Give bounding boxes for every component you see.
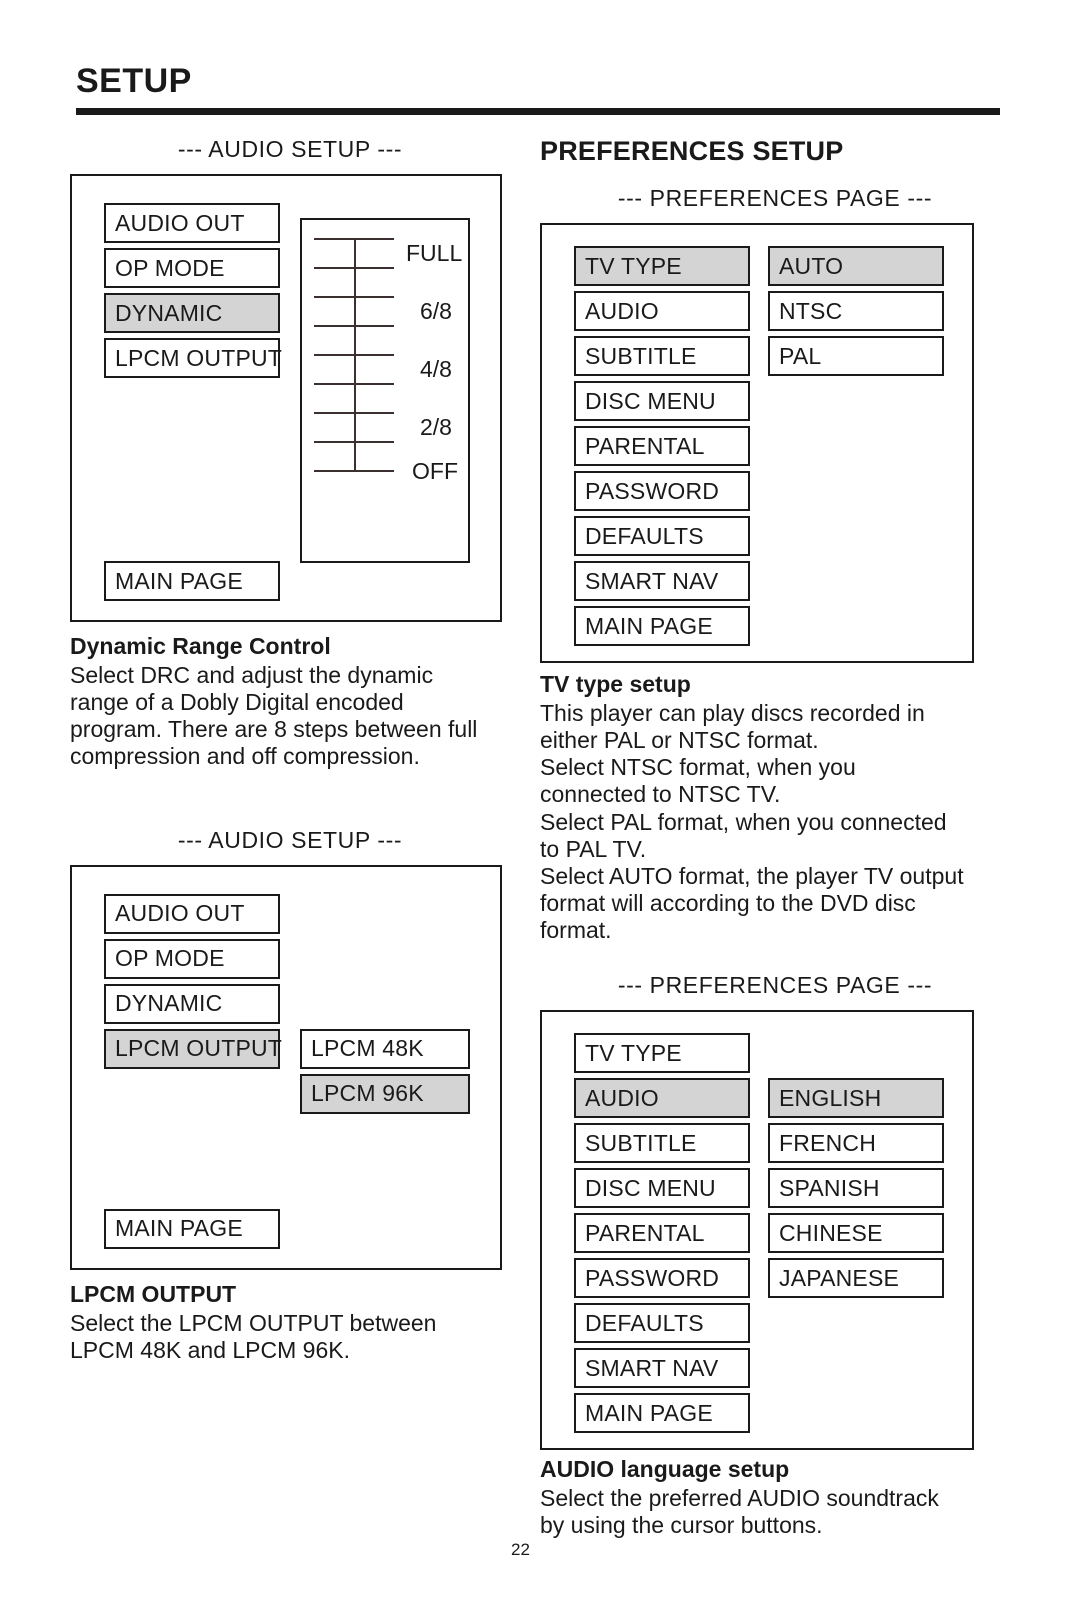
osd-item-smart-nav[interactable]: SMART NAV — [574, 1348, 750, 1389]
osd-item-audio[interactable]: AUDIO — [574, 1078, 750, 1119]
lpcm-heading: LPCM OUTPUT — [70, 1280, 237, 1307]
drc-line: compression and off compression. — [70, 743, 420, 770]
left-column: --- AUDIO SETUP --- AUDIO OUT OP MODE DY… — [70, 136, 510, 1364]
osd-item-dynamic[interactable]: DYNAMIC — [104, 293, 280, 333]
drc-label-4-8: 4/8 — [420, 356, 452, 382]
audio-language-line: by using the cursor buttons. — [540, 1512, 823, 1539]
drc-tick — [314, 296, 394, 298]
osd-item-tv-type[interactable]: TV TYPE — [574, 246, 750, 286]
osd-item-subtitle[interactable]: SUBTITLE — [574, 336, 750, 376]
osd-item-disc-menu[interactable]: DISC MENU — [574, 381, 750, 421]
osd-item-main-page[interactable]: MAIN PAGE — [574, 1393, 750, 1434]
osd-item-main-page[interactable]: MAIN PAGE — [104, 1208, 280, 1249]
osd-item-subtitle[interactable]: SUBTITLE — [574, 1123, 750, 1164]
audio-language-description: AUDIO language setup Select the preferre… — [540, 1456, 1010, 1539]
right-column: PREFERENCES SETUP --- PREFERENCES PAGE -… — [540, 136, 1010, 1539]
tv-type-line: connected to NTSC TV. — [540, 781, 781, 808]
osd-item-parental[interactable]: PARENTAL — [574, 426, 750, 466]
drc-label-off: OFF — [412, 458, 458, 484]
lpcm-description: LPCM OUTPUT Select the LPCM OUTPUT betwe… — [70, 1281, 510, 1364]
drc-tick — [314, 354, 394, 356]
drc-label-6-8: 6/8 — [420, 298, 452, 324]
drc-tick — [314, 441, 394, 443]
osd-item-op-mode[interactable]: OP MODE — [104, 938, 280, 979]
osd-item-audio-out[interactable]: AUDIO OUT — [104, 893, 280, 934]
drc-scale-panel[interactable]: FULL 6/8 4/8 2/8 OFF — [300, 218, 470, 563]
page-number: 22 — [511, 1540, 530, 1559]
osd-item-lpcm-output[interactable]: LPCM OUTPUT — [104, 338, 282, 378]
audio-language-line: Select the preferred AUDIO soundtrack — [540, 1485, 939, 1512]
osd-item-tv-type[interactable]: TV TYPE — [574, 1033, 750, 1074]
drc-label-full: FULL — [406, 240, 463, 266]
osd-item-lpcm-output[interactable]: LPCM OUTPUT — [104, 1028, 282, 1069]
osd-item-defaults[interactable]: DEFAULTS — [574, 516, 750, 556]
osd-item-disc-menu[interactable]: DISC MENU — [574, 1168, 750, 1209]
osd-item-smart-nav[interactable]: SMART NAV — [574, 561, 750, 601]
osd-option-lpcm-96k[interactable]: LPCM 96K — [300, 1073, 470, 1114]
drc-heading: Dynamic Range Control — [70, 633, 331, 659]
osd-option-chinese[interactable]: CHINESE — [768, 1213, 944, 1254]
tv-type-line: format will according to the DVD disc — [540, 889, 916, 916]
osd-option-japanese[interactable]: JAPANESE — [768, 1258, 944, 1299]
drc-tick — [314, 267, 394, 269]
tv-type-line: Select NTSC format, when you — [540, 754, 856, 781]
osd-option-english[interactable]: ENGLISH — [768, 1078, 944, 1119]
drc-tick — [314, 325, 394, 327]
audio-language-heading: AUDIO language setup — [540, 1456, 790, 1483]
osd-item-audio[interactable]: AUDIO — [574, 291, 750, 331]
osd-option-spanish[interactable]: SPANISH — [768, 1168, 944, 1209]
osd-option-french[interactable]: FRENCH — [768, 1123, 944, 1164]
osd-item-main-page[interactable]: MAIN PAGE — [574, 606, 750, 646]
osd-audio-setup-lpcm: AUDIO OUT OP MODE DYNAMIC LPCM OUTPUT LP… — [70, 864, 502, 1270]
drc-tick — [314, 412, 394, 414]
preferences-setup-title: PREFERENCES SETUP — [540, 136, 844, 166]
osd-item-password[interactable]: PASSWORD — [574, 471, 750, 511]
lpcm-line: LPCM 48K and LPCM 96K. — [70, 1336, 350, 1363]
audio-setup-caption-2: --- AUDIO SETUP --- — [177, 826, 403, 853]
audio-setup-caption-1: --- AUDIO SETUP --- — [177, 136, 403, 162]
osd-option-lpcm-48k[interactable]: LPCM 48K — [300, 1028, 470, 1069]
osd-option-ntsc[interactable]: NTSC — [768, 291, 944, 331]
osd-option-auto[interactable]: AUTO — [768, 246, 944, 286]
tv-type-line: Select PAL format, when you connected — [540, 808, 947, 835]
osd-item-password[interactable]: PASSWORD — [574, 1258, 750, 1299]
drc-tick — [314, 470, 394, 472]
drc-tick — [314, 383, 394, 385]
osd-audio-setup-drc: AUDIO OUT OP MODE DYNAMIC LPCM OUTPUT MA… — [70, 174, 502, 622]
tv-type-line: Select AUTO format, the player TV output — [540, 862, 964, 889]
tv-type-line: format. — [540, 917, 612, 943]
drc-tick — [314, 238, 394, 240]
tv-type-line: either PAL or NTSC format. — [540, 727, 819, 754]
osd-item-defaults[interactable]: DEFAULTS — [574, 1303, 750, 1344]
drc-description: Dynamic Range Control Select DRC and adj… — [70, 633, 510, 771]
osd-item-audio-out[interactable]: AUDIO OUT — [104, 203, 280, 243]
manual-page: SETUP --- AUDIO SETUP --- AUDIO OUT OP M… — [0, 0, 1080, 1618]
tv-type-line: to PAL TV. — [540, 835, 647, 862]
osd-item-parental[interactable]: PARENTAL — [574, 1213, 750, 1254]
drc-line: program. There are 8 steps between full — [70, 716, 478, 743]
tv-type-heading: TV type setup — [540, 671, 691, 697]
osd-item-op-mode[interactable]: OP MODE — [104, 248, 280, 288]
drc-line: range of a Dobly Digital encoded — [70, 689, 404, 716]
preferences-caption-2: --- PREFERENCES PAGE --- — [617, 972, 933, 999]
title-rule — [76, 108, 1000, 115]
osd-item-main-page[interactable]: MAIN PAGE — [104, 561, 280, 601]
tv-type-line: This player can play discs recorded in — [540, 700, 925, 726]
osd-preferences-tv-type: TV TYPE AUDIO SUBTITLE DISC MENU PARENTA… — [540, 223, 974, 663]
lpcm-line: Select the LPCM OUTPUT between — [70, 1309, 437, 1336]
osd-preferences-audio-language: TV TYPE AUDIO SUBTITLE DISC MENU PARENTA… — [540, 1010, 974, 1451]
page-title: SETUP — [76, 62, 192, 100]
drc-line: Select DRC and adjust the dynamic — [70, 662, 434, 688]
tv-type-description: TV type setup This player can play discs… — [540, 671, 1010, 944]
osd-option-pal[interactable]: PAL — [768, 336, 944, 376]
preferences-caption-1: --- PREFERENCES PAGE --- — [617, 185, 933, 211]
osd-item-dynamic[interactable]: DYNAMIC — [104, 983, 280, 1024]
drc-label-2-8: 2/8 — [420, 414, 452, 440]
